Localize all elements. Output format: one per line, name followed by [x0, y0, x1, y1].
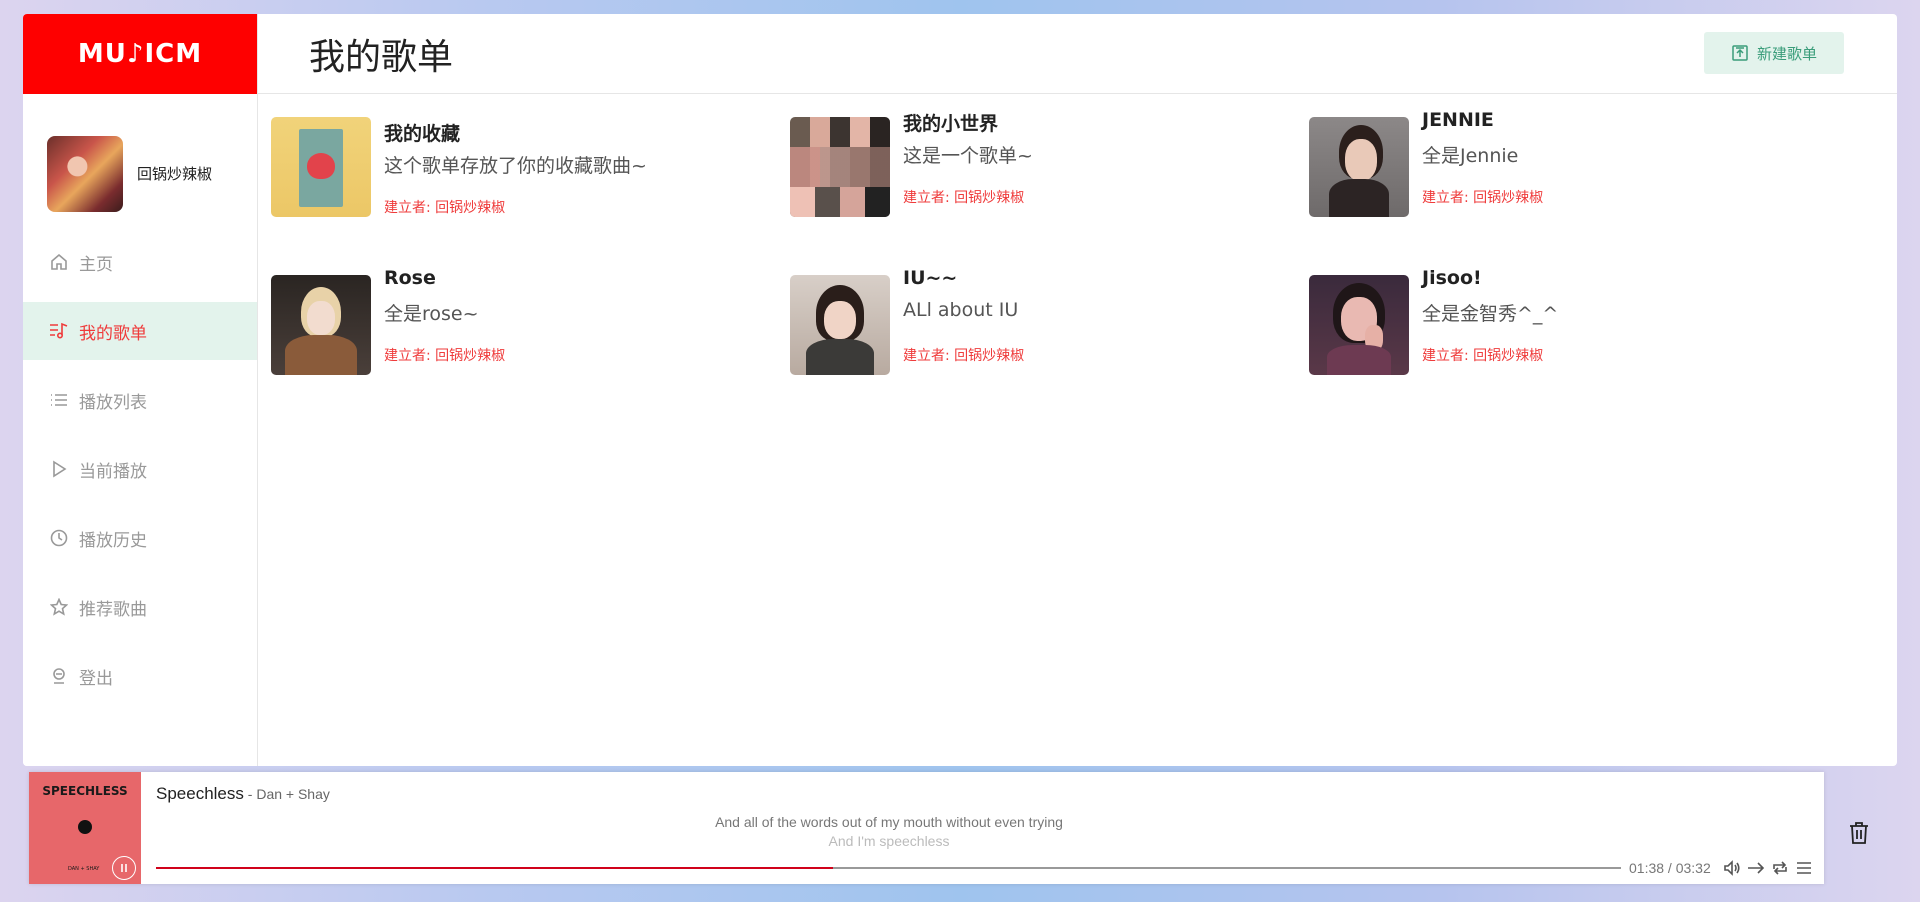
- clear-button[interactable]: [1848, 821, 1870, 845]
- sidebar: MU♪ICM 回锅炒辣椒 主页 我的歌单 播放列表 当前播放 播放历史 推荐歌曲…: [23, 14, 258, 766]
- volume-button[interactable]: [1722, 859, 1742, 877]
- playlist-description: 全是rose~: [384, 303, 479, 325]
- repeat-button[interactable]: [1770, 859, 1790, 877]
- playlist-cover[interactable]: [1309, 117, 1409, 217]
- sidebar-item-label: 登出: [79, 668, 113, 689]
- playlist-title[interactable]: IU~~: [903, 267, 957, 289]
- sidebar-item-label: 当前播放: [79, 461, 147, 482]
- sidebar-item-recommended[interactable]: 推荐歌曲: [23, 578, 257, 636]
- new-playlist-button[interactable]: 新建歌单: [1704, 32, 1844, 74]
- sidebar-item-label: 播放列表: [79, 392, 147, 413]
- pause-button[interactable]: [112, 856, 136, 880]
- lyric-next: And I'm speechless: [828, 833, 950, 849]
- playlist-description: ALl about IU: [903, 299, 1019, 321]
- track-artist: - Dan + Shay: [243, 786, 330, 802]
- playlist-author: 建立者: 回锅炒辣椒: [384, 348, 506, 364]
- sidebar-item-home[interactable]: 主页: [23, 233, 257, 291]
- sidebar-item-label: 播放历史: [79, 530, 147, 551]
- arrow-right-icon: [1748, 862, 1765, 874]
- playlist-description: 这个歌单存放了你的收藏歌曲~: [384, 155, 647, 177]
- playlist-card[interactable]: JENNIE 全是Jennie 建立者: 回锅炒辣椒: [1309, 109, 1809, 237]
- sidebar-item-now-playing[interactable]: 当前播放: [23, 440, 257, 498]
- playlist-title[interactable]: 我的收藏: [384, 119, 460, 146]
- user-name: 回锅炒辣椒: [137, 165, 213, 183]
- playlist-author: 建立者: 回锅炒辣椒: [903, 348, 1025, 364]
- playlist-title[interactable]: JENNIE: [1422, 109, 1494, 131]
- volume-icon: [1724, 860, 1740, 876]
- playlist-card[interactable]: Jisoo! 全是金智秀^_^ 建立者: 回锅炒辣椒: [1309, 267, 1809, 395]
- playlist-cover[interactable]: [790, 117, 890, 217]
- sidebar-item-label: 我的歌单: [79, 323, 147, 344]
- playlist-title[interactable]: Jisoo!: [1422, 267, 1482, 289]
- playlist-card[interactable]: IU~~ ALl about IU 建立者: 回锅炒辣椒: [790, 267, 1290, 395]
- upload-icon: [1732, 45, 1748, 61]
- playlist-author: 建立者: 回锅炒辣椒: [384, 200, 506, 216]
- playlist-cover[interactable]: [790, 275, 890, 375]
- pause-icon: [121, 864, 127, 872]
- track-info: Speechless - Dan + Shay: [156, 784, 330, 804]
- sidebar-item-label: 主页: [79, 254, 113, 275]
- sidebar-item-history[interactable]: 播放历史: [23, 509, 257, 567]
- page-header: 我的歌单 新建歌单: [258, 14, 1897, 94]
- playlist-description: 全是Jennie: [1422, 145, 1519, 167]
- logout-icon: [49, 666, 69, 686]
- sidebar-nav: 主页 我的歌单 播放列表 当前播放 播放历史 推荐歌曲 登出: [23, 233, 257, 705]
- playlist-menu-button[interactable]: [1794, 859, 1814, 877]
- lyric-current: And all of the words out of my mouth wit…: [715, 814, 1063, 830]
- page-title: 我的歌单: [309, 37, 454, 78]
- playlist-author: 建立者: 回锅炒辣椒: [1422, 190, 1544, 206]
- playlist-author: 建立者: 回锅炒辣椒: [903, 190, 1025, 206]
- play-icon: [49, 459, 69, 479]
- sidebar-item-playlist[interactable]: 播放列表: [23, 371, 257, 429]
- app-logo[interactable]: MU♪ICM: [23, 14, 257, 94]
- trash-icon: [1850, 822, 1868, 844]
- progress-fill: [156, 867, 833, 869]
- sidebar-item-logout[interactable]: 登出: [23, 647, 257, 705]
- star-icon: [49, 597, 69, 617]
- music-list-icon: [49, 321, 69, 341]
- user-profile[interactable]: 回锅炒辣椒: [23, 94, 257, 228]
- playlist-title[interactable]: 我的小世界: [903, 109, 998, 136]
- list-icon: [49, 390, 69, 410]
- playlist-title[interactable]: Rose: [384, 267, 436, 289]
- cover-title: SPEECHLESS: [42, 784, 128, 798]
- progress-bar[interactable]: [156, 867, 1621, 869]
- playlist-card[interactable]: 我的收藏 这个歌单存放了你的收藏歌曲~ 建立者: 回锅炒辣椒: [271, 117, 771, 237]
- repeat-icon: [1773, 861, 1787, 875]
- playlist-cover[interactable]: [271, 117, 371, 217]
- playlist-author: 建立者: 回锅炒辣椒: [1422, 348, 1544, 364]
- playlist-cover[interactable]: [271, 275, 371, 375]
- playlist-description: 这是一个歌单~: [903, 145, 1033, 167]
- play-order-button[interactable]: [1746, 859, 1766, 877]
- cover-subtitle: DAN + SHAY: [68, 866, 100, 872]
- sidebar-item-label: 推荐歌曲: [79, 599, 147, 620]
- time-display: 01:38 / 03:32: [1629, 860, 1711, 876]
- home-icon: [49, 252, 69, 272]
- music-player: SPEECHLESS DAN + SHAY Speechless - Dan +…: [29, 772, 1824, 884]
- new-playlist-label: 新建歌单: [1756, 44, 1817, 63]
- track-title: Speechless: [156, 784, 244, 803]
- playlist-description: 全是金智秀^_^: [1422, 303, 1559, 325]
- sidebar-item-my-playlists[interactable]: 我的歌单: [23, 302, 257, 360]
- menu-icon: [1797, 862, 1811, 874]
- avatar[interactable]: [47, 135, 123, 212]
- playlist-card[interactable]: 我的小世界 这是一个歌单~ 建立者: 回锅炒辣椒: [790, 113, 1290, 237]
- playlist-card[interactable]: Rose 全是rose~ 建立者: 回锅炒辣椒: [271, 267, 771, 395]
- playlist-cover[interactable]: [1309, 275, 1409, 375]
- clock-icon: [49, 528, 69, 548]
